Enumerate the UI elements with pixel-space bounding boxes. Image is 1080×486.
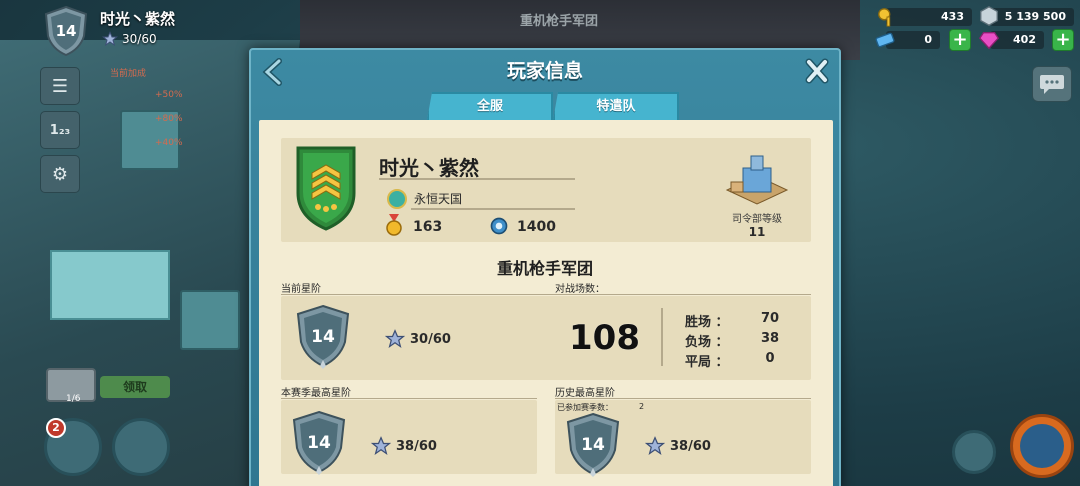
- divider: [281, 398, 537, 399]
- radar-globe: [1020, 424, 1064, 468]
- tab-task-force[interactable]: 特遣队: [553, 92, 679, 120]
- gear-icon: [490, 217, 508, 235]
- history-best-shield: 14: [566, 412, 620, 477]
- tokens-counter: 5 139 500: [990, 8, 1074, 26]
- seasons-value: 2: [639, 402, 645, 411]
- star-icon: [385, 329, 405, 348]
- stats-separator: [661, 308, 663, 366]
- gem-icon: [978, 29, 1000, 51]
- settings-icon: ⚙: [51, 163, 69, 185]
- chat-icon: [1040, 75, 1064, 94]
- wins-value: 70: [760, 311, 780, 326]
- deck-bay: [50, 250, 170, 320]
- boost-value: +80%: [155, 114, 183, 124]
- hq-level-label: 司令部等级: [732, 214, 782, 225]
- guild-name[interactable]: 永恒天国: [414, 190, 462, 207]
- guild-icon: [387, 189, 407, 209]
- season-best-label: 本赛季最高星阶: [281, 388, 351, 399]
- losses-label: 负场 ：: [685, 335, 729, 350]
- current-rank-level: 14: [311, 327, 335, 347]
- hud-stars-value: 30/60: [122, 32, 157, 46]
- season-best-level: 14: [307, 433, 331, 453]
- current-stars-value: 30/60: [410, 331, 451, 347]
- current-rank-shield: 14: [296, 304, 350, 369]
- headquarters-image: [725, 155, 789, 205]
- current-stars: 30/60: [385, 329, 451, 349]
- leaderboard-button[interactable]: 1₂₃: [40, 111, 80, 149]
- settings-button[interactable]: ⚙: [40, 155, 80, 193]
- player-name: 时光丶紫然: [379, 156, 479, 180]
- player-level: 14: [56, 22, 77, 40]
- history-best-label: 历史最高星阶: [555, 388, 615, 399]
- weapons-button[interactable]: [112, 418, 170, 476]
- losses-value: 38: [760, 331, 780, 346]
- ticket-icon: [874, 29, 896, 51]
- history-best-stars-value: 38/60: [670, 438, 711, 454]
- season-best-stars: 38/60: [371, 436, 437, 456]
- tab-global[interactable]: 全服: [427, 92, 553, 120]
- divider: [379, 178, 575, 180]
- hq-level-value: 11: [748, 225, 766, 239]
- current-rank-label: 当前星阶: [281, 284, 321, 295]
- history-best-level: 14: [581, 435, 605, 455]
- add-tickets-button[interactable]: +: [949, 29, 971, 51]
- season-best-shield: 14: [292, 410, 346, 475]
- keys-counter: 433: [886, 8, 972, 26]
- token-icon: [978, 5, 1000, 27]
- player-info-dialog: 玩家信息 全服 特遣队 时光丶紫然 永恒天国 163 1400 司令部等级 11…: [249, 48, 841, 486]
- hud-player-name[interactable]: 时光丶紫然: [100, 8, 175, 29]
- boost-title: 当前加成: [110, 69, 147, 79]
- menu-button[interactable]: ☰: [40, 67, 80, 105]
- background-title: 重机枪手军团: [520, 14, 599, 29]
- boost-value: +50%: [155, 90, 183, 100]
- star-icon: [645, 436, 665, 455]
- chest-count: 1/6: [66, 394, 81, 404]
- chat-button[interactable]: [1032, 66, 1072, 102]
- add-gems-button[interactable]: +: [1052, 29, 1074, 51]
- dialog-title: 玩家信息: [506, 60, 583, 82]
- menu-icon: ☰: [51, 75, 69, 97]
- claim-button[interactable]: 领取: [100, 376, 170, 398]
- wins-label: 胜场 ：: [685, 315, 729, 330]
- leaderboard-icon: 1₂₃: [49, 122, 71, 138]
- divider: [281, 294, 811, 295]
- current-rank-card: [281, 296, 811, 380]
- intel-value: 1400: [517, 219, 556, 235]
- hud-stars: 30/60: [102, 31, 157, 47]
- draws-value: 0: [765, 351, 775, 366]
- divider: [555, 398, 811, 399]
- key-icon: [876, 6, 898, 28]
- notification-badge: 2: [46, 418, 66, 438]
- medals-value: 163: [413, 219, 443, 235]
- season-best-stars-value: 38/60: [396, 438, 437, 454]
- back-arrow-icon[interactable]: [261, 58, 285, 86]
- history-best-stars: 38/60: [645, 436, 711, 456]
- boost-value: +40%: [155, 138, 183, 148]
- battles-count: 108: [569, 318, 640, 358]
- section-title: 重机枪手军团: [496, 259, 593, 278]
- base-button[interactable]: [952, 430, 996, 474]
- player-rank-shield[interactable]: 14: [44, 6, 88, 56]
- battles-label: 对战场数：: [555, 284, 605, 295]
- star-icon: [371, 436, 391, 455]
- deck-turret: [180, 290, 240, 350]
- medal-icon: [386, 214, 402, 236]
- draws-label: 平局 ：: [685, 355, 729, 370]
- star-icon: [102, 31, 118, 47]
- divider: [411, 208, 575, 210]
- rank-insignia-shield: [296, 146, 356, 231]
- close-icon[interactable]: [805, 58, 829, 84]
